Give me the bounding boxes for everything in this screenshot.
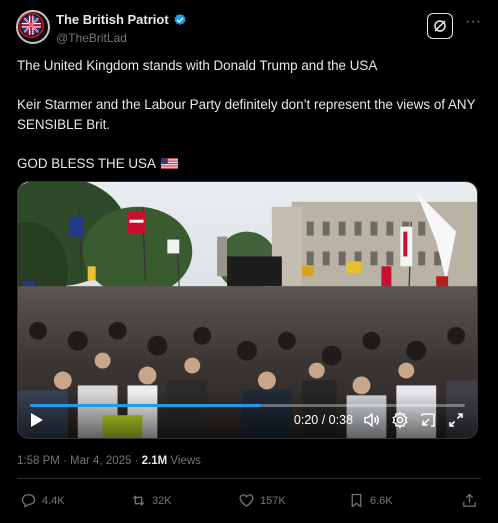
play-icon[interactable]	[30, 412, 44, 428]
author-display-name[interactable]: The British Patriot	[56, 12, 187, 27]
more-icon: ···	[465, 13, 481, 30]
tweet-header: The British Patriot @TheBritLad ···	[16, 10, 482, 46]
reply-count: 4.4K	[42, 494, 65, 507]
repost-count: 32K	[152, 494, 172, 507]
heart-icon	[239, 494, 254, 507]
grok-icon	[434, 20, 446, 32]
video-time: 0:20 / 0:38	[293, 413, 353, 427]
video-progress-fill	[30, 404, 261, 407]
tweet-paragraph: The United Kingdom stands with Donald Tr…	[17, 58, 378, 73]
bookmark-button[interactable]: 6.6K	[348, 492, 393, 509]
volume-icon[interactable]	[363, 411, 381, 429]
tweet-timestamp[interactable]: 1:58 PM · Mar 4, 2025	[17, 455, 131, 467]
settings-icon[interactable]	[391, 411, 409, 429]
views-label: Views	[167, 455, 201, 467]
video-controls: 0:20 / 0:38	[18, 392, 477, 438]
us-flag-icon	[160, 157, 178, 169]
verified-badge-icon[interactable]	[173, 13, 187, 27]
tweet-paragraph-text: GOD BLESS THE USA	[17, 155, 156, 171]
tweet-text: The United Kingdom stands with Donald Tr…	[17, 56, 487, 193]
share-button[interactable]	[461, 492, 478, 509]
display-name-text: The British Patriot	[56, 12, 169, 27]
reply-icon	[21, 494, 36, 508]
repost-button[interactable]: 32K	[130, 492, 172, 509]
grok-button[interactable]	[427, 13, 453, 39]
reply-button[interactable]: 4.4K	[20, 492, 65, 509]
bookmark-count: 6.6K	[370, 494, 393, 507]
like-count: 157K	[260, 494, 286, 507]
video-player[interactable]: 0:20 / 0:38	[17, 181, 478, 439]
like-button[interactable]: 157K	[238, 492, 286, 509]
author-names: The British Patriot @TheBritLad	[56, 11, 187, 45]
share-icon	[463, 493, 476, 507]
divider	[17, 478, 481, 479]
tweet-meta: 1:58 PM · Mar 4, 2025 · 2.1M Views	[17, 455, 201, 467]
picture-in-picture-icon[interactable]	[419, 411, 437, 429]
tweet-paragraph: GOD BLESS THE USA	[17, 154, 487, 174]
tweet-paragraph: Keir Starmer and the Labour Party defini…	[17, 97, 479, 132]
union-jack-crest-icon	[18, 12, 45, 39]
fullscreen-icon[interactable]	[447, 411, 465, 429]
repost-icon	[132, 495, 145, 506]
video-progress-bar[interactable]	[30, 404, 465, 407]
bookmark-icon	[351, 493, 362, 508]
meta-separator: ·	[131, 455, 142, 467]
views-count: 2.1M	[141, 455, 168, 467]
tweet-actions: 4.4K 32K 157K 6.6K	[20, 492, 478, 510]
avatar[interactable]	[16, 10, 50, 44]
more-options-button[interactable]: ···	[464, 14, 482, 33]
author-handle[interactable]: @TheBritLad	[56, 31, 187, 45]
